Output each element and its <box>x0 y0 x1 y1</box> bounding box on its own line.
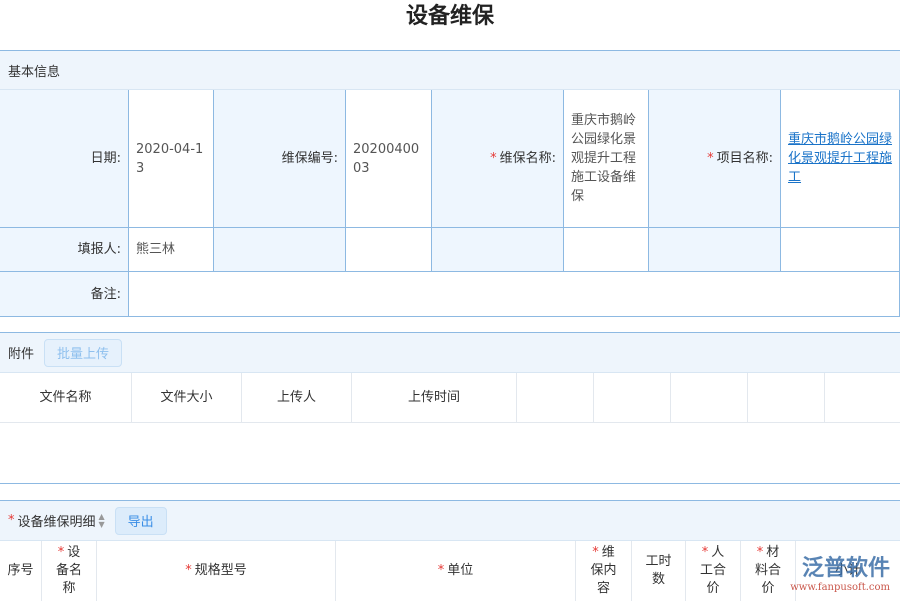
project-label: *项目名称: <box>649 90 781 228</box>
col-empty <box>748 373 825 422</box>
batch-upload-button[interactable]: 批量上传 <box>44 339 122 367</box>
attachment-table-header: 文件名称 文件大小 上传人 上传时间 <box>0 373 900 423</box>
col-file-size: 文件大小 <box>132 373 242 422</box>
col-unit: *单位 <box>336 541 576 601</box>
project-link[interactable]: 重庆市鹅岭公园绿化景观提升工程施工 <box>781 90 900 228</box>
name-label: *维保名称: <box>432 90 564 228</box>
col-labor-cost: *人工合价 <box>686 541 741 601</box>
date-field[interactable]: 2020-04-13 <box>129 90 214 228</box>
col-material-cost: *材料合价 <box>741 541 796 601</box>
page-title: 设备维保 <box>0 0 900 34</box>
divider <box>0 483 900 484</box>
section-title: 基本信息 <box>8 61 60 80</box>
remark-label: 备注: <box>0 272 129 317</box>
basic-info-header: 基本信息 <box>0 50 900 90</box>
section-title: 设备维保明细 <box>18 511 96 530</box>
remark-field[interactable] <box>129 272 900 317</box>
name-field[interactable]: 重庆市鹅岭公园绿化景观提升工程施工设备维保 <box>564 90 649 228</box>
empty-cell <box>346 228 432 272</box>
col-content: *维保内容 <box>576 541 632 601</box>
attachment-header: 附件 批量上传 <box>0 332 900 373</box>
col-equipment-name: *设备名称 <box>42 541 97 601</box>
col-upload-time: 上传时间 <box>352 373 517 422</box>
col-index: 序号 <box>0 541 42 601</box>
empty-cell <box>214 228 346 272</box>
export-button[interactable]: 导出 <box>115 507 167 535</box>
detail-header: *设备维保明细 ▲▼ 导出 <box>0 500 900 541</box>
code-field[interactable]: 2020040003 <box>346 90 432 228</box>
reporter-label: 填报人: <box>0 228 129 272</box>
col-hours: 工时数 <box>632 541 686 601</box>
col-file-name: 文件名称 <box>0 373 132 422</box>
watermark-logo: 泛普软件www.fanpusoft.com <box>790 550 890 593</box>
col-empty <box>594 373 671 422</box>
col-uploader: 上传人 <box>242 373 352 422</box>
detail-table-header: 序号 *设备名称 *规格型号 *单位 *维保内容 工时数 *人工合价 *材料合价… <box>0 541 900 601</box>
section-title: 附件 <box>8 343 34 362</box>
date-label: 日期: <box>0 90 129 228</box>
empty-cell <box>432 228 564 272</box>
empty-cell <box>649 228 781 272</box>
col-empty <box>671 373 748 422</box>
code-label: 维保编号: <box>214 90 346 228</box>
col-empty <box>517 373 594 422</box>
col-spec: *规格型号 <box>97 541 336 601</box>
empty-cell <box>564 228 649 272</box>
sort-icon[interactable]: ▲▼ <box>99 513 105 529</box>
reporter-field[interactable]: 熊三林 <box>129 228 214 272</box>
empty-cell <box>781 228 900 272</box>
